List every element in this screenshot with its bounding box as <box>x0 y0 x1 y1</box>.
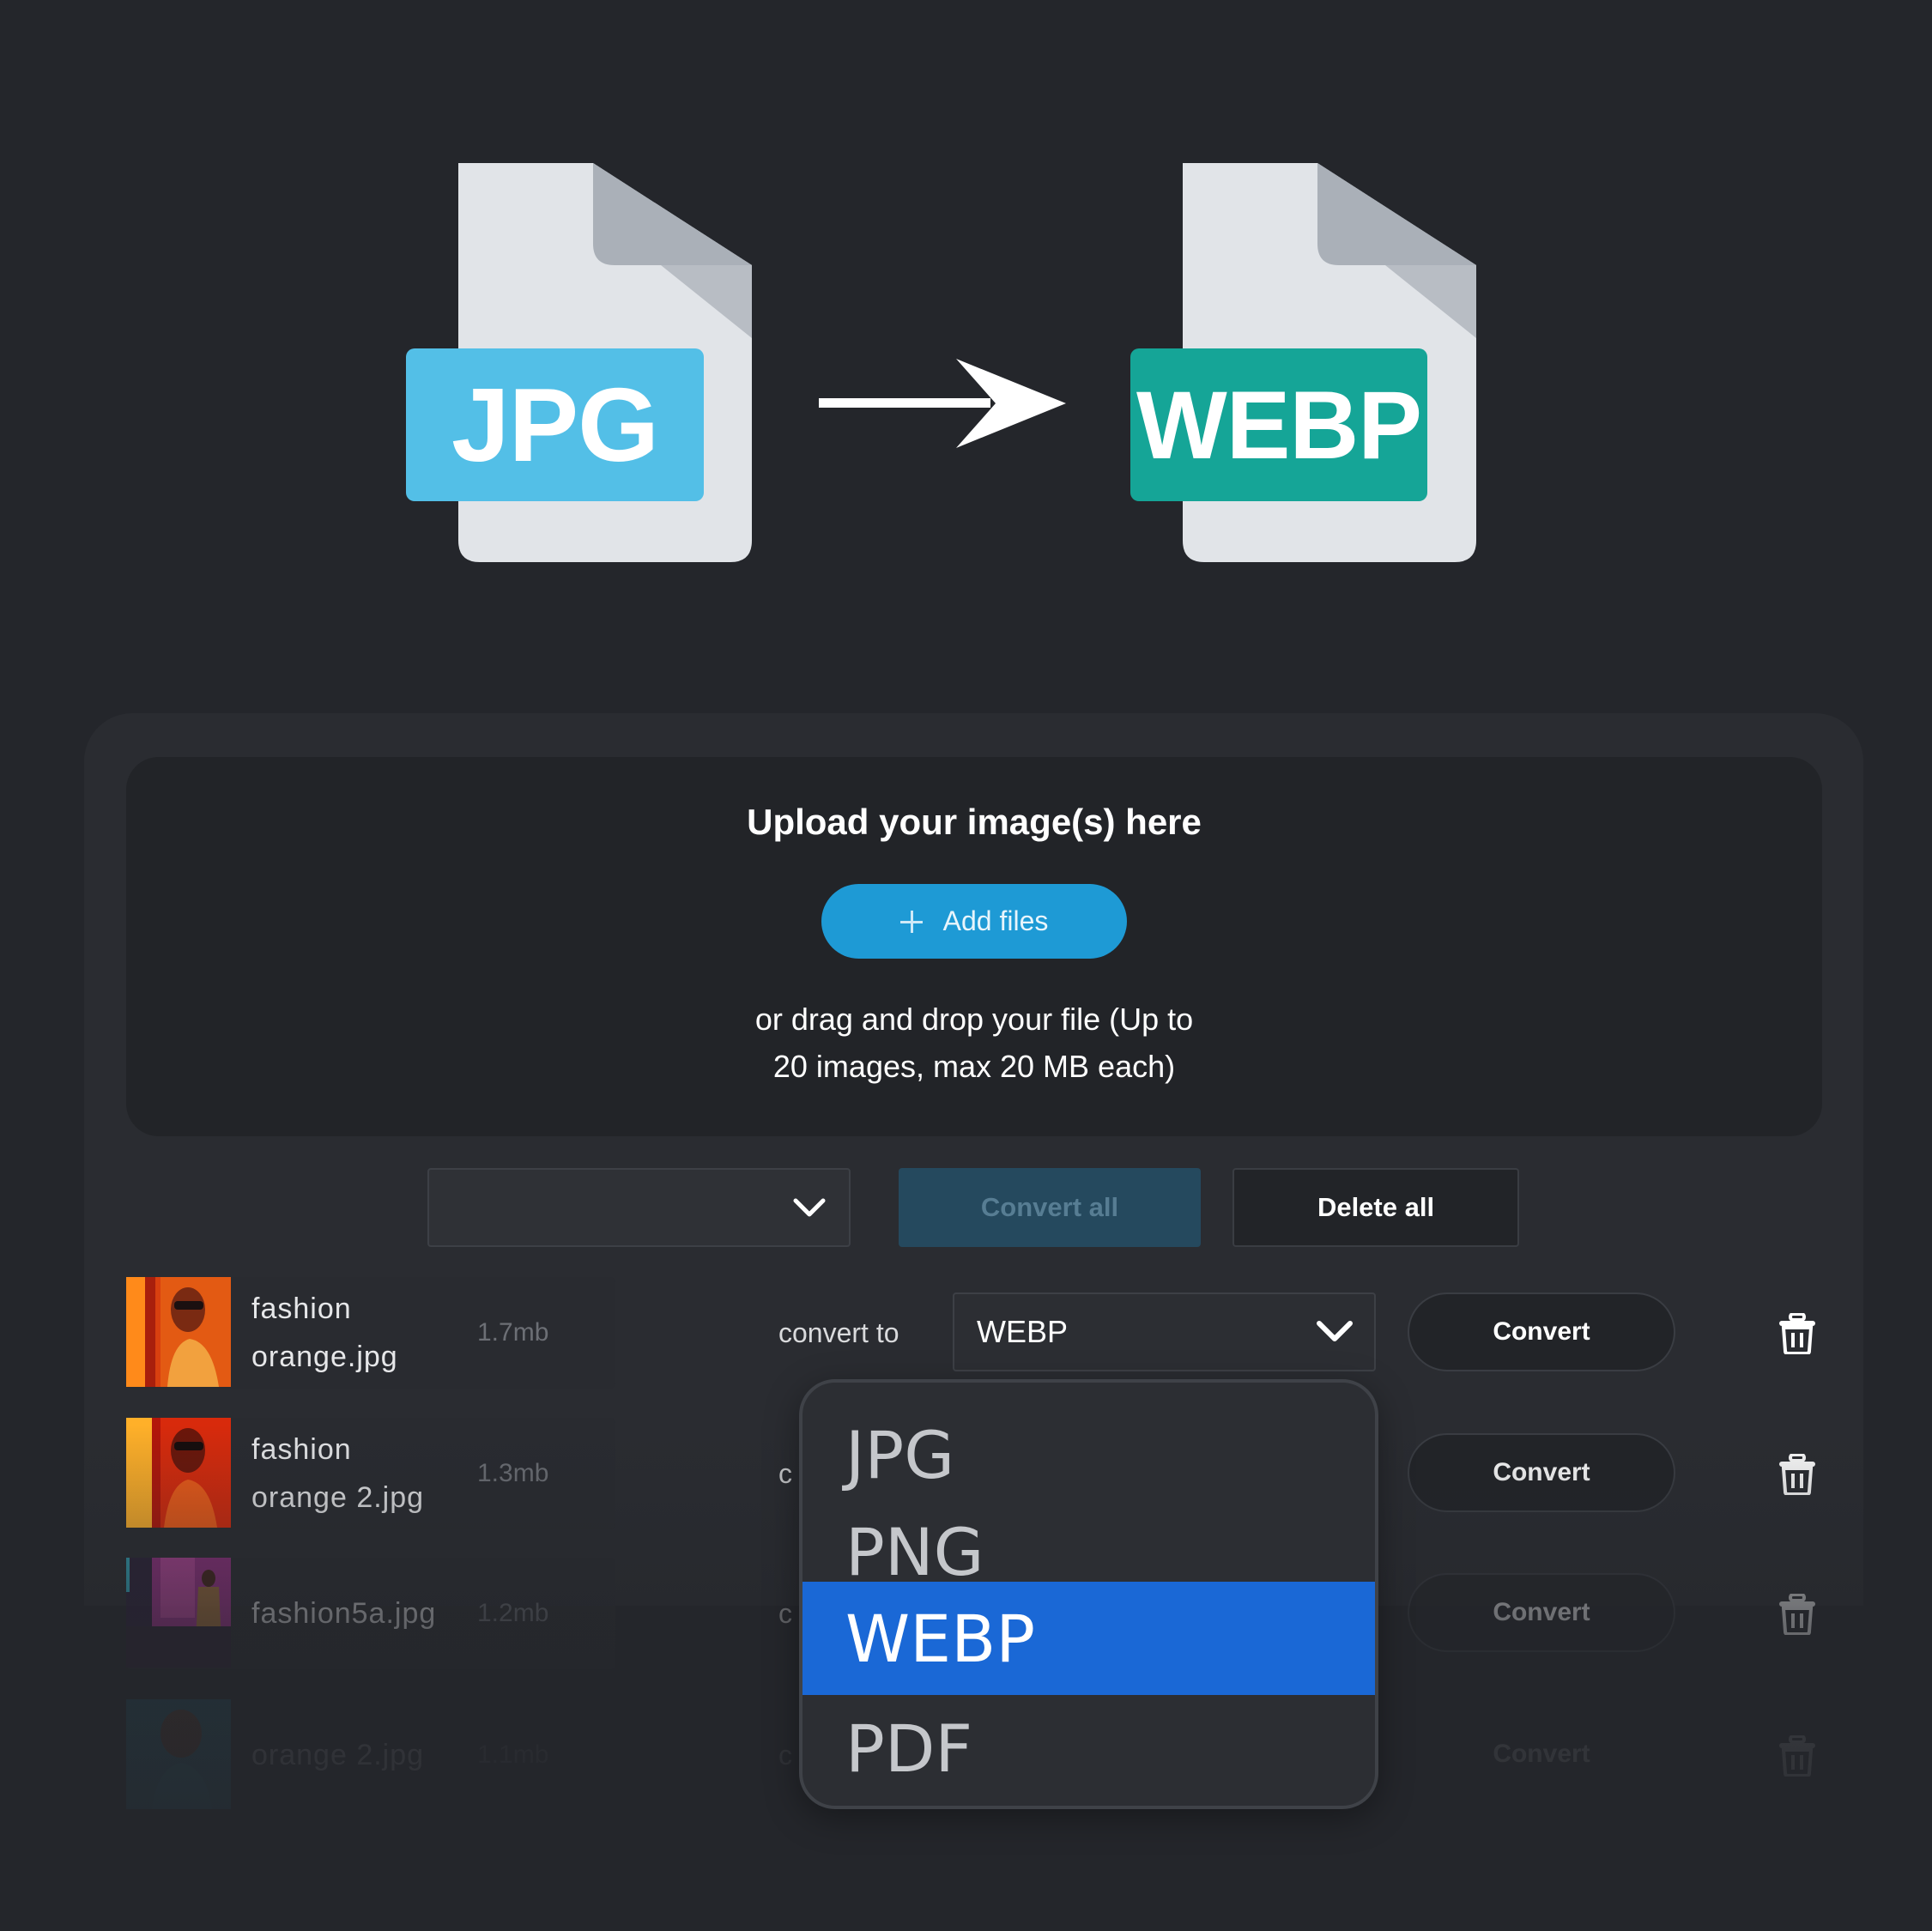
plus-icon <box>899 910 923 933</box>
jpg-label-badge: JPG <box>406 348 704 501</box>
drop-hint-line-1: or drag and drop your file (Up to <box>754 1002 1194 1037</box>
drop-hint-line-2: 20 images, max 20 MB each) <box>772 1049 1176 1084</box>
chevron-down-icon <box>1317 1321 1353 1341</box>
file-thumbnail <box>126 1418 231 1528</box>
convert-button[interactable]: Convert <box>1408 1433 1675 1512</box>
convert-to-label: convert to <box>778 1317 899 1348</box>
webp-file-icon: WEBP <box>1128 163 1478 571</box>
trash-icon[interactable] <box>1778 1594 1817 1635</box>
convert-to-label: c <box>778 1457 792 1489</box>
delete-all-button[interactable]: Delete all <box>1232 1168 1519 1247</box>
file-thumbnail <box>126 1699 231 1809</box>
drop-hint: or drag and drop your file (Up to 20 ima… <box>126 996 1822 1090</box>
format-dropdown-menu: JPG PNG WEBP PDF <box>799 1379 1378 1809</box>
trash-icon[interactable] <box>1778 1454 1817 1495</box>
convert-to-label: c <box>778 1597 792 1629</box>
format-select[interactable]: WEBP <box>953 1292 1376 1371</box>
add-files-label: Add files <box>942 905 1049 936</box>
converter-page: JPG WEBP Upload your image(s) here Add f… <box>0 0 1932 1931</box>
convert-to-label: c <box>778 1739 792 1771</box>
convert-button[interactable]: Convert <box>1408 1573 1675 1652</box>
dropdown-option-webp[interactable]: WEBP <box>802 1582 1375 1695</box>
add-files-button[interactable]: Add files <box>821 884 1127 959</box>
file-name: fashion5a.jpg <box>251 1597 437 1630</box>
file-size: 1.7mb <box>477 1318 549 1347</box>
file-size: 1.3mb <box>477 1459 549 1487</box>
file-thumbnail <box>126 1558 231 1668</box>
arrow-right-icon <box>819 359 1066 448</box>
file-name: fashion orange 2.jpg <box>251 1433 425 1514</box>
webp-label-badge: WEBP <box>1130 348 1427 501</box>
file-size: 1.1mb <box>477 1740 549 1769</box>
convert-button[interactable]: Convert <box>1408 1292 1675 1371</box>
file-thumbnail <box>126 1277 231 1387</box>
file-name: orange 2.jpg <box>251 1739 425 1771</box>
chevron-down-icon <box>793 1198 826 1217</box>
file-size: 1.2mb <box>477 1599 549 1627</box>
convert-button[interactable]: Convert <box>1408 1715 1675 1794</box>
trash-icon[interactable] <box>1778 1735 1817 1777</box>
format-select-value: WEBP <box>977 1314 1069 1349</box>
upload-dropzone[interactable]: Upload your image(s) here Add files or d… <box>126 757 1822 1136</box>
jpg-file-icon: JPG <box>403 163 754 571</box>
dropdown-option-pdf[interactable]: PDF <box>802 1692 1375 1805</box>
bulk-format-select[interactable] <box>427 1168 851 1247</box>
file-name: fashion orange.jpg <box>251 1292 398 1373</box>
file-row: fashion orange.jpg 1.7mb convert to WEBP… <box>0 1277 1932 1389</box>
upload-title: Upload your image(s) here <box>747 802 1202 842</box>
trash-icon[interactable] <box>1778 1313 1817 1354</box>
convert-all-button[interactable]: Convert all <box>899 1168 1201 1247</box>
